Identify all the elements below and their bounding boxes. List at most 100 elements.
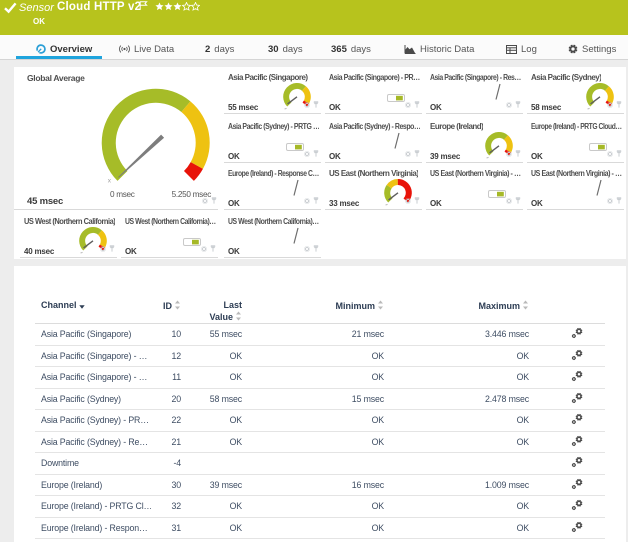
channel-gear-icon[interactable]: [202, 191, 208, 209]
header-channel[interactable]: Channel: [35, 266, 151, 324]
channel-gear-icon[interactable]: [304, 95, 310, 113]
pin-icon[interactable]: [109, 239, 115, 257]
cell-channel[interactable]: Asia Pacific (Sydney) - PR…: [35, 410, 151, 432]
priority-stars[interactable]: [155, 2, 200, 11]
pin-icon[interactable]: [515, 144, 521, 162]
table-row[interactable]: Asia Pacific (Sydney) 20 58 msec 15 msec…: [35, 388, 605, 410]
star-icon[interactable]: [182, 2, 191, 11]
tab-2-days[interactable]: 2days: [205, 39, 234, 59]
panel-icons: [304, 239, 319, 257]
channel-panel[interactable]: US East (Northern Virginia) - … OK: [527, 163, 624, 210]
channel-panel[interactable]: Asia Pacific (Singapore) - PR… OK: [325, 67, 422, 114]
tab-overview[interactable]: Overview: [36, 39, 92, 59]
channel-gear-icon[interactable]: [304, 239, 310, 257]
channel-gear-icon[interactable]: [201, 239, 207, 257]
channel-settings-icon[interactable]: [529, 453, 605, 475]
star-icon[interactable]: [155, 2, 164, 11]
pin-icon[interactable]: [616, 95, 622, 113]
pin-icon[interactable]: [210, 239, 216, 257]
gear-icon: [607, 102, 613, 108]
channel-panel[interactable]: Asia Pacific (Singapore) 55 msec: [224, 67, 321, 114]
cell-channel[interactable]: Europe (Ireland) - PRTG Cl…: [35, 496, 151, 518]
channel-gear-icon[interactable]: [304, 144, 310, 162]
channel-panel[interactable]: US West (Northern California) 40 msec: [20, 211, 117, 258]
flag-icon[interactable]: [139, 1, 149, 10]
channel-settings-icon[interactable]: [529, 388, 605, 410]
pin-icon[interactable]: [515, 191, 521, 209]
tab-365-days[interactable]: 365days: [331, 39, 371, 59]
cell-channel[interactable]: Asia Pacific (Sydney): [35, 388, 151, 410]
channel-gear-icon[interactable]: [405, 95, 411, 113]
channel-gear-icon[interactable]: [506, 95, 512, 113]
table-row[interactable]: Asia Pacific (Singapore) - … 11 OK OK OK: [35, 367, 605, 389]
pin-icon[interactable]: [616, 144, 622, 162]
pin-icon[interactable]: [211, 191, 217, 209]
channel-panel[interactable]: US East (Northern Virginia) 33 msec: [325, 163, 422, 210]
table-row[interactable]: Europe (Ireland) 30 39 msec 16 msec 1.00…: [35, 474, 605, 496]
pin-icon[interactable]: [515, 95, 521, 113]
cell-channel[interactable]: Asia Pacific (Sydney) - Re…: [35, 431, 151, 453]
channel-panel[interactable]: Europe (Ireland) - Response C… OK: [224, 163, 321, 210]
pin-icon[interactable]: [414, 191, 420, 209]
cell-channel[interactable]: Asia Pacific (Singapore) - …: [35, 345, 151, 367]
channel-panel[interactable]: Asia Pacific (Sydney) - PRTG … OK: [224, 116, 321, 163]
channel-panel[interactable]: Europe (Ireland) - PRTG Cloud… OK: [527, 116, 624, 163]
table-row[interactable]: Downtime -4: [35, 453, 605, 475]
channel-settings-icon[interactable]: [529, 367, 605, 389]
channel-gear-icon[interactable]: [304, 191, 310, 209]
channel-settings-icon[interactable]: [529, 496, 605, 518]
channel-panel[interactable]: US West (Northern California)… OK: [121, 211, 218, 258]
table-row[interactable]: Asia Pacific (Singapore) 10 55 msec 21 m…: [35, 324, 605, 346]
tab-settings[interactable]: Settings: [568, 39, 616, 59]
channel-gear-icon[interactable]: [607, 191, 613, 209]
star-icon[interactable]: [173, 2, 182, 11]
channel-settings-icon[interactable]: [529, 431, 605, 453]
channel-panel[interactable]: US West (Northern California)… OK: [224, 211, 321, 258]
pin-icon[interactable]: [414, 144, 420, 162]
channel-settings-icon[interactable]: [529, 474, 605, 496]
channel-panel[interactable]: US East (Northern Virginia) - … OK: [426, 163, 523, 210]
channel-gear-icon[interactable]: [405, 144, 411, 162]
tab-30-days[interactable]: 30days: [268, 39, 303, 59]
channel-gear-icon[interactable]: [506, 144, 512, 162]
channel-settings-icon[interactable]: [529, 345, 605, 367]
table-row[interactable]: Europe (Ireland) - PRTG Cl… 32 OK OK OK: [35, 496, 605, 518]
pin-icon[interactable]: [313, 191, 319, 209]
header-minimum[interactable]: Minimum: [242, 266, 384, 324]
channel-gear-icon[interactable]: [607, 144, 613, 162]
cell-channel[interactable]: Asia Pacific (Singapore) - …: [35, 367, 151, 389]
star-icon[interactable]: [164, 2, 173, 11]
channel-panel[interactable]: Asia Pacific (Singapore) - Res… OK: [426, 67, 523, 114]
table-row[interactable]: Europe (Ireland) - Respon… 31 OK OK OK: [35, 517, 605, 539]
table-row[interactable]: Asia Pacific (Sydney) - PR… 22 OK OK OK: [35, 410, 605, 432]
tab-log[interactable]: Log: [506, 39, 537, 59]
pin-icon[interactable]: [313, 95, 319, 113]
channel-gear-icon[interactable]: [405, 191, 411, 209]
channel-settings-icon[interactable]: [529, 324, 605, 346]
global-average-panel[interactable]: Global Average x 0 msec 5.250 msec 45 ms…: [14, 67, 218, 210]
star-icon[interactable]: [191, 2, 200, 11]
channel-panel[interactable]: Europe (Ireland) 39 msec: [426, 116, 523, 163]
pin-icon[interactable]: [414, 95, 420, 113]
channel-settings-icon[interactable]: [529, 517, 605, 539]
cell-channel[interactable]: Europe (Ireland): [35, 474, 151, 496]
channel-gear-icon[interactable]: [100, 239, 106, 257]
pin-icon[interactable]: [313, 144, 319, 162]
cell-channel[interactable]: Europe (Ireland) - Respon…: [35, 517, 151, 539]
pin-icon[interactable]: [616, 191, 622, 209]
table-row[interactable]: Asia Pacific (Sydney) - Re… 21 OK OK OK: [35, 431, 605, 453]
channel-gear-icon[interactable]: [607, 95, 613, 113]
channel-panel[interactable]: Asia Pacific (Sydney) - Respo… OK: [325, 116, 422, 163]
header-last-value[interactable]: LastValue: [181, 266, 242, 324]
channel-gear-icon[interactable]: [506, 191, 512, 209]
pin-icon[interactable]: [313, 239, 319, 257]
channel-panel[interactable]: Asia Pacific (Sydney) 58 msec: [527, 67, 624, 114]
header-id[interactable]: ID: [151, 266, 181, 324]
channel-settings-icon[interactable]: [529, 410, 605, 432]
tab-historic-data[interactable]: Historic Data: [404, 39, 474, 59]
cell-channel[interactable]: Downtime: [35, 453, 151, 475]
tab-live-data[interactable]: Live Data: [119, 39, 174, 59]
cell-channel[interactable]: Asia Pacific (Singapore): [35, 324, 151, 346]
header-maximum[interactable]: Maximum: [384, 266, 529, 324]
table-row[interactable]: Asia Pacific (Singapore) - … 12 OK OK OK: [35, 345, 605, 367]
